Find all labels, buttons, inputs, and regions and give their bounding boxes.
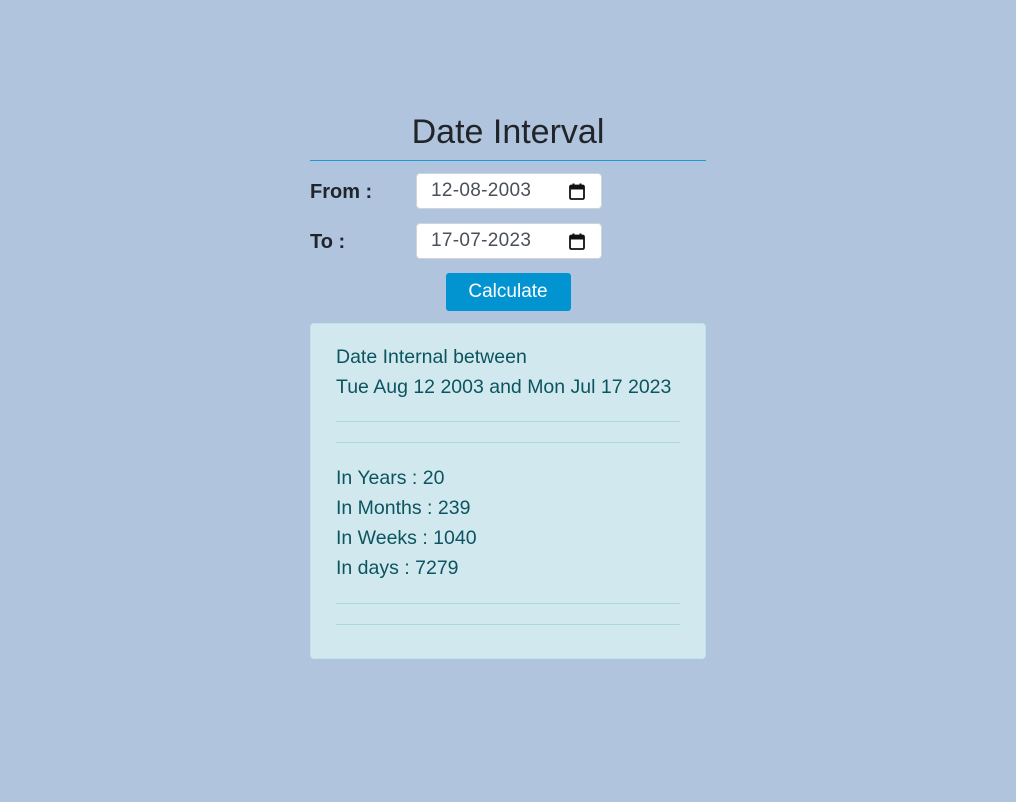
to-label: To : (310, 231, 346, 253)
result-range: Tue Aug 12 2003 and Mon Jul 17 2023 (336, 376, 672, 398)
months-stat: In Months : 239 (336, 497, 471, 519)
calculate-button[interactable]: Calculate (445, 273, 571, 311)
to-row: To : 17-07-2023 (310, 223, 706, 261)
to-date-value: 17-07-2023 (431, 230, 532, 251)
divider (336, 421, 680, 422)
divider (336, 603, 680, 604)
to-date-input[interactable]: 17-07-2023 (416, 223, 602, 259)
weeks-stat: In Weeks : 1040 (336, 527, 477, 549)
from-label: From : (310, 181, 373, 203)
divider (336, 442, 680, 443)
from-date-value: 12-08-2003 (431, 180, 532, 201)
from-row: From : 12-08-2003 (310, 173, 706, 211)
page-title: Date Interval (310, 108, 706, 161)
result-heading: Date Internal between (336, 346, 527, 368)
button-wrapper: Calculate (310, 273, 706, 311)
result-panel: Date Internal between Tue Aug 12 2003 an… (310, 323, 706, 659)
years-stat: In Years : 20 (336, 467, 445, 489)
days-stat: In days : 7279 (336, 557, 459, 579)
from-date-input[interactable]: 12-08-2003 (416, 173, 602, 209)
calendar-icon[interactable] (569, 233, 585, 250)
date-interval-app: Date Interval From : 12-08-2003 To : 17-… (310, 108, 706, 659)
divider (336, 624, 680, 625)
result-stats: In Years : 20 In Months : 239 In Weeks :… (336, 463, 680, 583)
calendar-icon[interactable] (569, 183, 585, 200)
